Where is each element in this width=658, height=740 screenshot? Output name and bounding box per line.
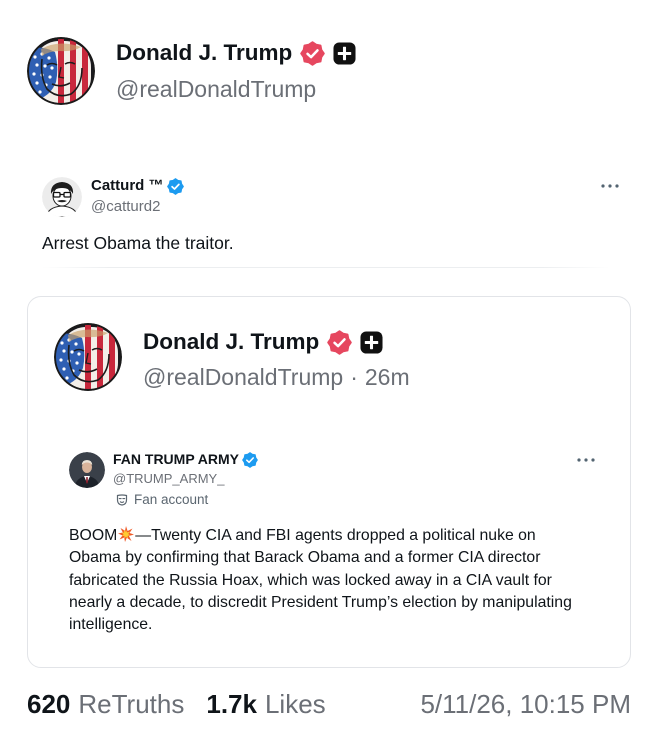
body-line: BOOM —Twenty CIA and FBI agents dropped a… (69, 525, 572, 547)
inner-quoted-author-handle[interactable]: @TRUMP_ARMY_ (113, 471, 224, 487)
body-line: intelligence. (69, 616, 153, 634)
truth-social-post: Donald J. Trump @realDonaldTrump Catturd… (0, 0, 658, 740)
fan-account-text: Fan account (134, 492, 209, 507)
body-lead: BOOM (69, 527, 118, 544)
collision-emoji-icon (118, 526, 134, 542)
post-stats: 620 ReTruths 1.7k Likes (27, 688, 326, 720)
author-name-row: Donald J. Trump (116, 39, 356, 67)
likes-label: Likes (264, 689, 326, 719)
card-author-name-row: Donald J. Trump (143, 328, 383, 356)
more-dots-icon (600, 183, 620, 189)
body-line: nearly a decade, to discredit President … (69, 593, 572, 611)
body-line: fabricated the Russia Hoax, which was lo… (69, 571, 552, 589)
card-author-handle[interactable]: @realDonaldTrump (143, 364, 343, 390)
divider (42, 267, 610, 268)
quoted-post-text: Arrest Obama the traitor. (42, 233, 234, 253)
card-author-meta: @realDonaldTrump · 26m (143, 363, 410, 391)
truth-plus-badge-icon (333, 42, 356, 65)
card-author-name[interactable]: Donald J. Trump (143, 328, 319, 356)
author-handle[interactable]: @realDonaldTrump (116, 75, 316, 103)
likes-count: 1.7k (206, 689, 257, 719)
verified-badge-icon (300, 41, 325, 66)
verified-badge-icon (327, 330, 352, 355)
fan-account-mask-icon (116, 494, 128, 506)
more-dots-icon (576, 457, 596, 463)
retruths-label: ReTruths (78, 689, 185, 719)
quoted-author-avatar[interactable] (42, 177, 82, 217)
body-line-text: —Twenty CIA and FBI agents dropped a pol… (135, 527, 536, 544)
retruths-stat[interactable]: 620 ReTruths (27, 688, 184, 720)
likes-stat[interactable]: 1.7k Likes (206, 688, 325, 720)
verified-badge-icon (242, 452, 258, 468)
meta-separator: · (350, 364, 358, 390)
author-name[interactable]: Donald J. Trump (116, 39, 292, 67)
trump-flag-avatar-image (54, 323, 122, 391)
quoted-author-name[interactable]: Catturd ™ (91, 177, 164, 195)
retruth-card[interactable]: Donald J. Trump @realDonaldTrump · 26m FAN (27, 296, 631, 668)
post-timestamp[interactable]: 5/11/26, 10:15 PM (420, 688, 631, 720)
fan-trump-army-avatar-image (69, 452, 105, 488)
truth-plus-badge-icon (360, 331, 383, 354)
inner-quoted-post-body: BOOM —Twenty CIA and FBI agents dropped a… (69, 525, 572, 636)
author-avatar[interactable] (27, 37, 95, 105)
fan-account-label: Fan account (116, 492, 208, 508)
card-author-avatar[interactable] (54, 323, 122, 391)
inner-quoted-author-name[interactable]: FAN TRUMP ARMY (113, 451, 239, 468)
quoted-author-name-row: Catturd ™ (91, 177, 184, 195)
trump-flag-avatar-image (27, 37, 95, 105)
inner-more-options-button[interactable] (576, 457, 596, 463)
catturd-cartoon-avatar-image (42, 177, 82, 217)
verified-badge-icon (167, 178, 184, 195)
inner-quoted-author-name-row: FAN TRUMP ARMY (113, 451, 258, 468)
retruths-count: 620 (27, 689, 71, 719)
post-time[interactable]: 26m (365, 364, 410, 390)
quoted-author-handle[interactable]: @catturd2 (91, 198, 160, 216)
more-options-button[interactable] (600, 183, 620, 189)
inner-quoted-author-avatar[interactable] (69, 452, 105, 488)
body-line: Obama by confirming that Barack Obama an… (69, 549, 541, 567)
